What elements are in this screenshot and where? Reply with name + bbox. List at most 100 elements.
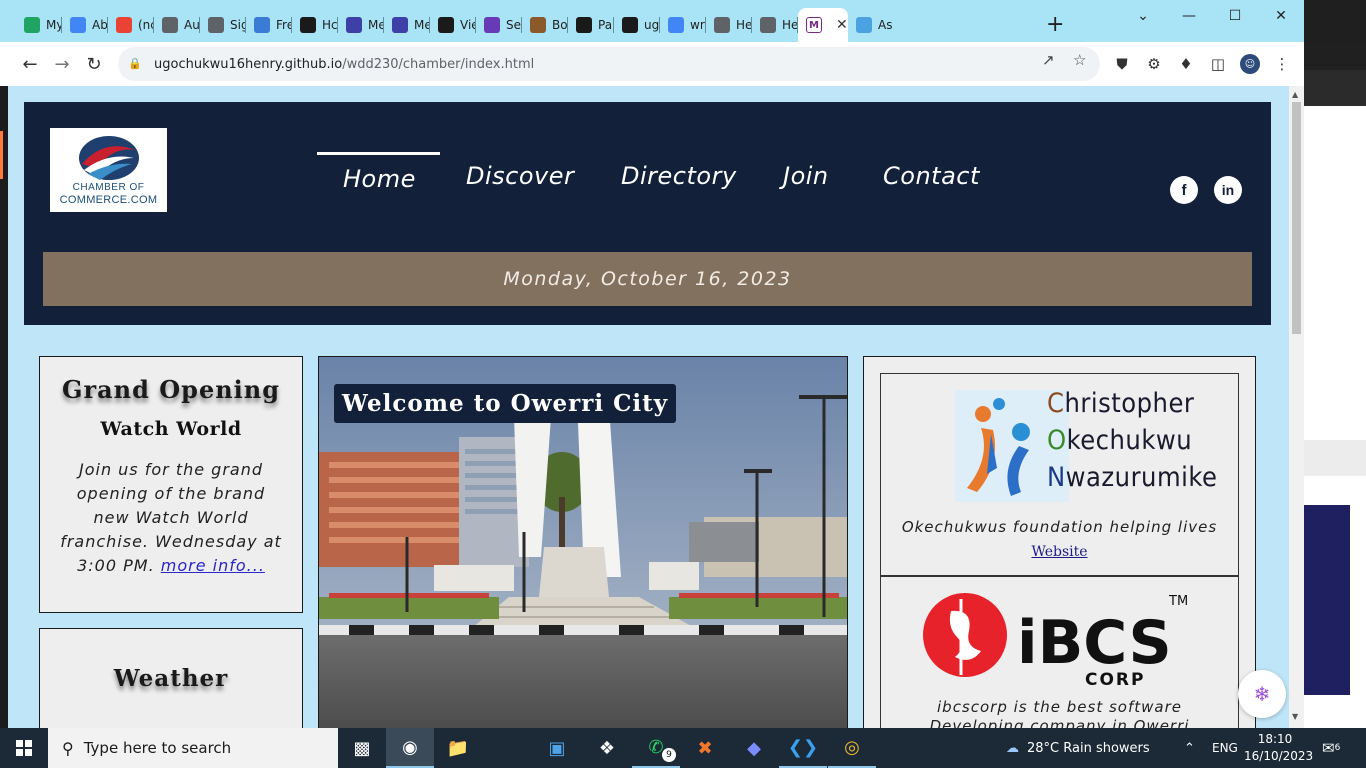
maximize-window-button[interactable]: ☐ xyxy=(1212,4,1258,28)
new-tab-button[interactable]: + xyxy=(1046,12,1064,37)
share-icon[interactable]: ↗ xyxy=(1042,51,1055,69)
con-name-line-1: Christopher xyxy=(1047,388,1194,419)
browser-tab-active[interactable]: M ✕ xyxy=(798,8,848,42)
browser-tab[interactable]: Sig xyxy=(200,8,246,42)
minimize-window-button[interactable]: — xyxy=(1166,4,1212,28)
xampp-icon[interactable]: ✖ xyxy=(681,728,729,768)
scroll-down-icon[interactable]: ▼ xyxy=(1292,712,1298,721)
forms-icon xyxy=(484,17,500,33)
browser-tab[interactable]: wr xyxy=(660,8,706,42)
weather-tray[interactable]: ☁ 28°C Rain showers xyxy=(1006,728,1150,768)
browser-tab[interactable]: Fre xyxy=(246,8,292,42)
browser-tab-label: Hc xyxy=(322,18,338,32)
browser-tab[interactable]: (nc xyxy=(108,8,154,42)
bookmark-star-icon[interactable]: ☆ xyxy=(1073,51,1086,69)
browser-tab[interactable]: Se xyxy=(476,8,522,42)
chrome-icon[interactable]: ◎ xyxy=(828,728,876,768)
url-host: ugochukwu16henry.github.io xyxy=(154,56,343,72)
browser-tab[interactable]: My xyxy=(16,8,62,42)
card-body: Join us for the grand opening of the bra… xyxy=(58,458,284,578)
browser-tab-label: Bo xyxy=(552,18,568,32)
browser-tab[interactable]: Ab xyxy=(62,8,108,42)
tab-strip: MyAb(ncAuSigFreHcMeMeVieSeBoPaugwrHeHeM✕… xyxy=(0,0,1304,42)
clock-date: 16/10/2023 xyxy=(1244,749,1314,763)
scroll-up-icon[interactable]: ▲ xyxy=(1292,90,1298,99)
vscode-icon[interactable]: ❮❯ xyxy=(779,728,827,768)
forward-button[interactable]: → xyxy=(50,52,74,76)
browser-tab[interactable]: Hc xyxy=(292,8,338,42)
tab-search-icon[interactable]: ⌄ xyxy=(1120,4,1166,28)
browser-tab-label: Se xyxy=(506,18,521,32)
taskbar-search[interactable]: ⚲ Type here to search xyxy=(48,728,338,768)
google-drive-icon xyxy=(24,17,40,33)
clock-time: 18:10 xyxy=(1257,732,1293,746)
browser-tab[interactable]: Au xyxy=(154,8,200,42)
whatsapp-icon[interactable]: ✆ 9 xyxy=(632,728,680,768)
github-icon xyxy=(438,17,454,33)
facebook-icon[interactable]: f xyxy=(1170,176,1198,204)
reload-button[interactable]: ↻ xyxy=(82,52,106,76)
bg-window-titlebar xyxy=(1304,0,1366,42)
nav-active-indicator xyxy=(317,152,440,155)
taskbar-clock[interactable]: 18:10 16/10/2023 xyxy=(1244,731,1314,765)
nav-home[interactable]: Home xyxy=(343,165,416,193)
con-initial-n: N xyxy=(1047,462,1066,493)
address-bar[interactable]: 🔒 ugochukwu16henry.github.io/wdd230/cham… xyxy=(118,47,1100,81)
menu-kebab-icon[interactable]: ⋮ xyxy=(1272,54,1292,74)
browser-tab[interactable]: As xyxy=(848,8,894,42)
more-info-link[interactable]: more info... xyxy=(161,556,265,575)
shield-extension-icon[interactable]: ⛊ xyxy=(1112,54,1132,74)
browser-tab-label: He xyxy=(782,18,798,32)
browser-tab[interactable]: Pa xyxy=(568,8,614,42)
extensions-puzzle-icon[interactable]: ♦ xyxy=(1176,54,1196,74)
language-indicator[interactable]: ENG xyxy=(1212,728,1238,768)
forms-icon xyxy=(392,17,408,33)
windows-start-button[interactable] xyxy=(0,728,48,768)
back-button[interactable]: ← xyxy=(18,52,42,76)
browser-tab-label: Pa xyxy=(598,18,613,32)
browser-tab[interactable]: Bo xyxy=(522,8,568,42)
scrollbar-thumb[interactable] xyxy=(1292,102,1301,334)
close-tab-icon[interactable]: ✕ xyxy=(836,17,848,33)
browser-tab[interactable]: He xyxy=(706,8,752,42)
tray-overflow-icon[interactable]: ⌃ xyxy=(1184,728,1195,768)
linkedin-icon[interactable]: in xyxy=(1214,176,1242,204)
microsoft-store-icon[interactable]: ▣ xyxy=(533,728,581,768)
ibcs-wordmark: iBCS xyxy=(1017,608,1172,678)
codepen-icon[interactable]: ❖ xyxy=(583,728,631,768)
browser-tab[interactable]: Me xyxy=(338,8,384,42)
task-view-icon[interactable]: ▩ xyxy=(338,728,386,768)
globe-icon xyxy=(714,17,730,33)
chamber-logo[interactable]: CHAMBER OF COMMERCE.COM xyxy=(50,128,167,212)
notifications-icon[interactable]: ✉ 6 xyxy=(1322,728,1340,768)
taskbar-app-icon[interactable]: ◉ xyxy=(386,728,434,768)
spotlight-website-link[interactable]: Website xyxy=(881,544,1238,560)
windows-logo-icon xyxy=(16,740,32,756)
windows-taskbar: ⚲ Type here to search ▩ ◉ 📁 ▣ ❖ ✆ 9 ✖ ◆ ❮… xyxy=(0,728,1366,768)
settings-extension-icon[interactable]: ⚙ xyxy=(1144,54,1164,74)
ai-assistant-icon[interactable]: ❄ xyxy=(1238,670,1286,718)
browser-tab[interactable]: Vie xyxy=(430,8,476,42)
browser-tab-label: My xyxy=(46,18,62,32)
hero-banner: Welcome to Owerri City xyxy=(318,356,848,728)
close-window-button[interactable]: ✕ xyxy=(1258,4,1304,28)
browser-tab[interactable]: ug xyxy=(614,8,660,42)
whatsapp-badge: 9 xyxy=(662,748,676,762)
browser-tab[interactable]: He xyxy=(752,8,798,42)
card-title: Grand Opening xyxy=(61,375,281,404)
nav-directory[interactable]: Directory xyxy=(621,162,737,190)
browser-tab-label: Vie xyxy=(460,18,476,32)
con-name-rest-3: wazurumike xyxy=(1065,462,1218,493)
nav-join[interactable]: Join xyxy=(783,162,829,190)
browser-tab[interactable]: Me xyxy=(384,8,430,42)
side-panel-icon[interactable]: ◫ xyxy=(1208,54,1228,74)
page-scrollbar[interactable]: ▲ ▼ xyxy=(1289,86,1304,728)
nav-contact[interactable]: Contact xyxy=(883,162,980,190)
file-explorer-icon[interactable]: 📁 xyxy=(434,728,482,768)
ibcs-trademark: TM xyxy=(1168,594,1188,609)
nav-discover[interactable]: Discover xyxy=(466,162,574,190)
app-icon xyxy=(300,17,316,33)
browser-tab-label: Me xyxy=(414,18,430,32)
copilot-icon[interactable]: ◆ xyxy=(730,728,778,768)
profile-avatar-icon[interactable]: ☺ xyxy=(1240,54,1260,74)
